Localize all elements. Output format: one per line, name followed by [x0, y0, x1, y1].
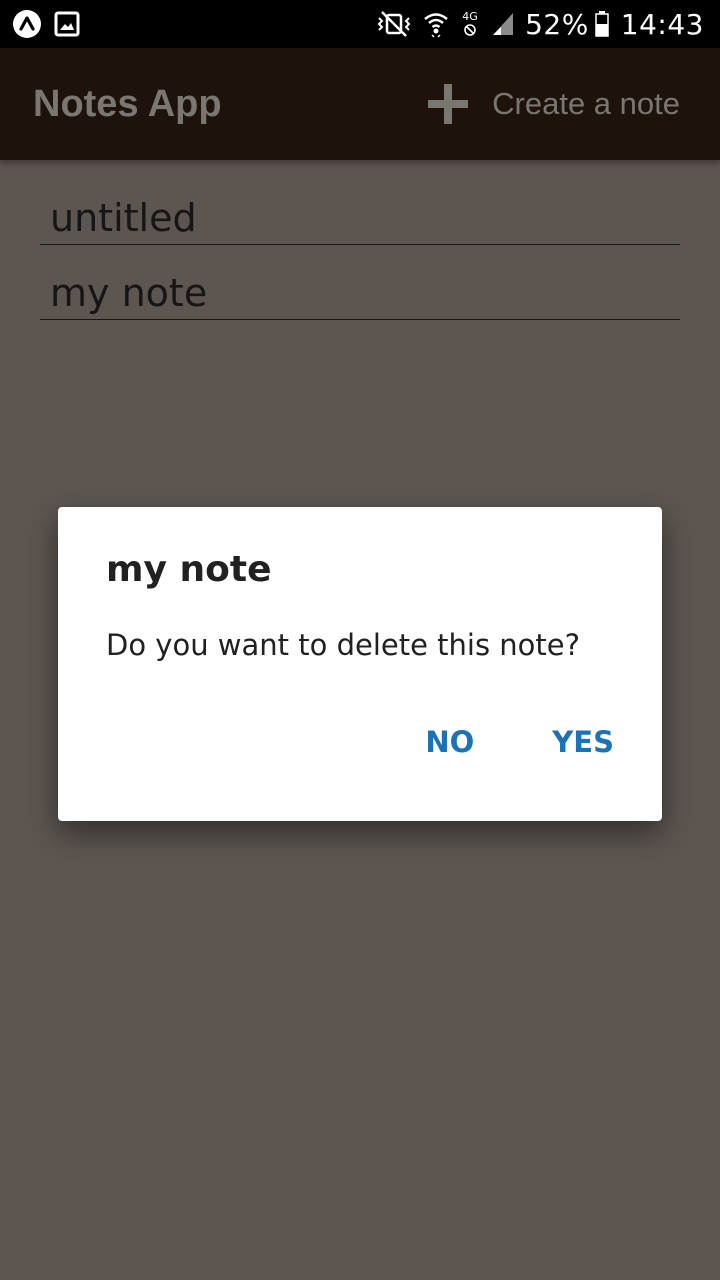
cell-signal-icon: [491, 11, 515, 37]
network-type-label: 4G: [462, 10, 478, 23]
plus-icon: [426, 82, 470, 126]
clock: 14:43: [620, 7, 704, 41]
wifi-icon: [423, 10, 449, 38]
battery-percent: 52%: [525, 7, 589, 41]
status-bar: 4G 52% 14:43: [0, 0, 720, 48]
status-bar-right: 4G 52% 14:43: [365, 8, 704, 41]
vibrate-mute-icon: [375, 10, 413, 38]
create-note-label: Create a note: [492, 86, 680, 121]
note-list-item[interactable]: my note: [40, 245, 680, 320]
dialog-actions: NO YES: [425, 725, 614, 759]
notes-list: untitled my note: [40, 160, 680, 320]
status-bar-left: [12, 9, 92, 39]
delete-confirm-dialog: my note Do you want to delete this note?…: [58, 507, 662, 821]
4g-icon: 4G: [459, 9, 481, 39]
dialog-title: my note: [106, 549, 272, 590]
battery-icon: [595, 11, 609, 37]
no-button[interactable]: NO: [425, 725, 474, 759]
note-list-item[interactable]: untitled: [40, 160, 680, 245]
app-notification-icon: [12, 9, 42, 39]
gallery-icon: [54, 11, 80, 37]
dialog-message: Do you want to delete this note?: [106, 628, 581, 662]
yes-button[interactable]: YES: [552, 725, 614, 759]
app-title: Notes App: [33, 82, 222, 125]
create-note-button[interactable]: Create a note: [426, 82, 680, 126]
app-bar: Notes App Create a note: [0, 48, 720, 160]
